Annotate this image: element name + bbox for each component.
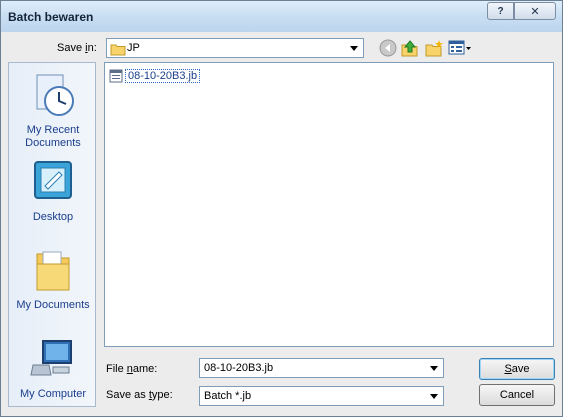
save-dialog: Batch bewaren ? ✕ Save in: JP My Recent … — [0, 0, 563, 417]
place-label: My Documents — [16, 299, 90, 311]
folder-icon — [110, 44, 126, 56]
save-as-type-label: Save as type: — [106, 389, 173, 401]
save-in-dropdown[interactable]: JP — [106, 38, 364, 58]
file-name-value[interactable]: 08-10-20B3.jb — [204, 362, 273, 374]
place-desktop[interactable]: Desktop — [9, 158, 97, 224]
title-bar[interactable]: Batch bewaren ? ✕ — [1, 1, 562, 32]
save-in-value: JP — [127, 42, 140, 54]
my-computer-icon — [30, 340, 72, 376]
recent-documents-icon — [36, 74, 74, 116]
close-button[interactable]: ✕ — [514, 2, 556, 20]
chevron-down-icon[interactable] — [427, 361, 441, 375]
chevron-down-icon[interactable] — [427, 389, 441, 403]
my-documents-icon — [36, 251, 70, 291]
file-name-text: 08-10-20B3.jb — [125, 69, 201, 83]
help-icon: ? — [497, 5, 504, 17]
cancel-button[interactable]: Cancel — [479, 384, 555, 406]
save-button[interactable]: Save — [479, 358, 555, 380]
file-name-field[interactable]: 08-10-20B3.jb — [199, 358, 444, 378]
close-icon: ✕ — [530, 5, 540, 18]
place-label: My Recent — [26, 124, 80, 136]
desktop-icon — [34, 161, 72, 199]
chevron-down-icon[interactable] — [347, 41, 361, 55]
place-my-documents[interactable]: My Documents — [9, 246, 97, 312]
file-list[interactable]: 08-10-20B3.jb — [104, 62, 554, 347]
save-as-type-value: Batch *.jb — [204, 390, 252, 402]
place-my-recent-documents[interactable]: My Recent Documents — [9, 71, 97, 150]
place-my-computer[interactable]: My Computer — [9, 335, 97, 401]
save-in-label: Save in: — [57, 42, 97, 54]
help-button[interactable]: ? — [487, 2, 514, 20]
new-folder-icon[interactable] — [423, 38, 445, 58]
save-as-type-dropdown[interactable]: Batch *.jb — [199, 386, 444, 406]
place-label: My Computer — [19, 388, 87, 400]
jb-file-icon — [109, 69, 123, 83]
place-label: Documents — [25, 137, 81, 149]
views-menu-icon[interactable] — [447, 38, 473, 58]
back-icon[interactable] — [377, 38, 399, 58]
list-item[interactable]: 08-10-20B3.jb — [109, 67, 201, 85]
places-bar: My Recent Documents Desktop My Documents — [8, 62, 96, 407]
place-label: Desktop — [32, 211, 74, 223]
dialog-title: Batch bewaren — [8, 10, 94, 24]
up-folder-icon[interactable] — [399, 38, 421, 58]
file-name-label: File name: — [106, 363, 158, 375]
